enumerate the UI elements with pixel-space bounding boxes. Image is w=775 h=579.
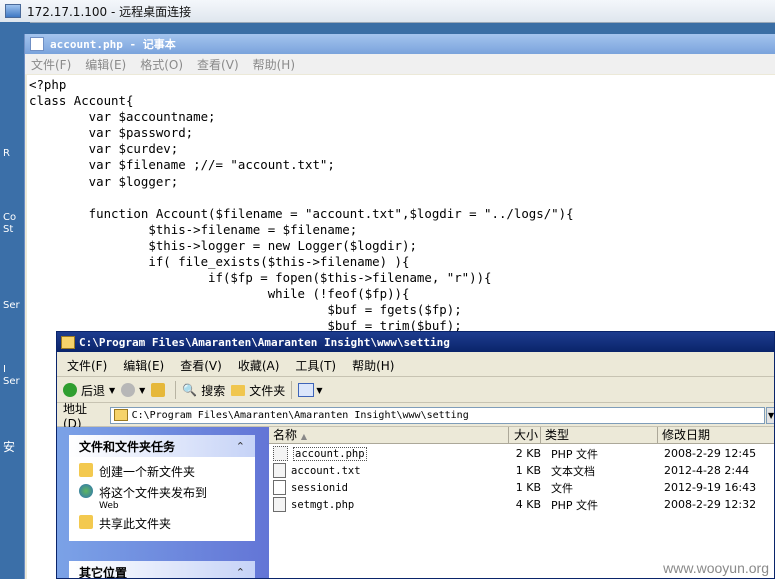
menu-view[interactable]: 查看(V) — [180, 357, 222, 374]
task-pane: 文件和文件夹任务 ⌃ 创建一个新文件夹 将这个文件夹发布到 Web 共享此文件夹 … — [57, 427, 269, 579]
task-publish-web[interactable]: 将这个文件夹发布到 Web — [69, 484, 255, 511]
menu-help[interactable]: 帮助(H) — [352, 357, 394, 374]
list-header: 名称 ▲ 大小 类型 修改日期 — [269, 427, 774, 444]
column-modified[interactable]: 修改日期 — [658, 427, 774, 443]
folders-button[interactable]: 文件夹 — [231, 382, 285, 399]
remote-desktop-icon — [5, 4, 21, 18]
menu-view[interactable]: 查看(V) — [197, 56, 239, 73]
collapse-chevron-icon[interactable]: ⌃ — [236, 440, 245, 453]
column-type[interactable]: 类型 — [541, 427, 658, 443]
desktop-icon-label[interactable]: R — [3, 148, 10, 159]
chevron-down-icon[interactable]: ▼ — [316, 386, 322, 395]
back-arrow-icon — [63, 383, 77, 397]
watermark: www.wooyun.org — [663, 560, 769, 576]
file-tasks-panel: 文件和文件夹任务 ⌃ 创建一个新文件夹 将这个文件夹发布到 Web 共享此文件夹 — [69, 435, 255, 541]
explorer-toolbar: 后退 ▼ ▼ 🔍 搜索 文件夹 ▼ — [57, 378, 774, 403]
other-places-panel: 其它位置 ⌃ — [69, 561, 255, 579]
search-icon: 🔍 — [182, 383, 198, 397]
notepad-title: account.php - 记事本 — [50, 38, 176, 51]
file-row[interactable]: account.php 2 KB PHP 文件 2008-2-29 12:45 — [269, 445, 774, 462]
task-share-folder[interactable]: 共享此文件夹 — [69, 515, 255, 532]
desktop-icon-label[interactable]: St — [3, 224, 13, 235]
menu-format[interactable]: 格式(O) — [140, 56, 183, 73]
task-new-folder[interactable]: 创建一个新文件夹 — [69, 463, 255, 480]
folder-icon — [61, 335, 75, 349]
panel-title: 文件和文件夹任务 — [79, 439, 176, 454]
up-folder-icon — [151, 383, 166, 397]
chevron-down-icon[interactable]: ▼ — [139, 386, 145, 395]
address-value: C:\Program Files\Amaranten\Amaranten Ins… — [131, 409, 469, 421]
globe-icon — [79, 484, 93, 498]
rdp-title: 172.17.1.100 - 远程桌面连接 — [27, 4, 192, 19]
panel-title: 其它位置 — [79, 565, 128, 579]
chevron-down-icon[interactable]: ▼ — [109, 386, 115, 395]
menu-file[interactable]: 文件(F) — [67, 357, 107, 374]
explorer-title-bar[interactable]: C:\Program Files\Amaranten\Amaranten Ins… — [57, 332, 774, 352]
menu-edit[interactable]: 编辑(E) — [85, 56, 126, 73]
php-file-icon — [273, 497, 286, 512]
views-button[interactable]: ▼ — [298, 383, 322, 397]
column-size[interactable]: 大小 — [509, 427, 541, 443]
desktop-icon-label[interactable]: Ser — [3, 376, 20, 387]
file-row[interactable]: sessionid 1 KB 文件 2012-9-19 16:43 — [269, 479, 774, 496]
menu-help[interactable]: 帮助(H) — [253, 56, 295, 73]
back-button[interactable]: 后退 ▼ — [63, 382, 115, 399]
forward-arrow-icon — [121, 383, 136, 397]
menu-edit[interactable]: 编辑(E) — [123, 357, 164, 374]
file-list: 名称 ▲ 大小 类型 修改日期 account.php 2 KB PHP 文件 … — [269, 427, 774, 578]
desktop-icon-label[interactable]: I — [3, 364, 6, 375]
desktop-icon-label[interactable]: Co — [3, 212, 16, 223]
search-button[interactable]: 🔍 搜索 — [182, 382, 225, 399]
collapse-chevron-icon[interactable]: ⌃ — [236, 566, 245, 579]
notepad-menu-bar: 文件(F) 编辑(E) 格式(O) 查看(V) 帮助(H) — [25, 54, 775, 74]
file-row[interactable]: account.txt 1 KB 文本文档 2012-4-28 2:44 — [269, 462, 774, 479]
file-tasks-header[interactable]: 文件和文件夹任务 ⌃ — [69, 435, 255, 457]
chevron-down-icon[interactable]: ▼ — [766, 406, 774, 424]
php-file-icon — [273, 446, 288, 461]
explorer-title: C:\Program Files\Amaranten\Amaranten Ins… — [79, 335, 450, 349]
menu-file[interactable]: 文件(F) — [31, 56, 71, 73]
explorer-menu-bar: 文件(F) 编辑(E) 查看(V) 收藏(A) 工具(T) 帮助(H) — [57, 354, 774, 377]
menu-favorites[interactable]: 收藏(A) — [238, 357, 280, 374]
desktop-icon-label[interactable]: 安 — [3, 438, 15, 455]
address-bar: 地址(D) C:\Program Files\Amaranten\Amarant… — [57, 402, 774, 431]
notepad-icon — [30, 37, 44, 51]
toolbar-divider — [291, 381, 293, 399]
rdp-title-bar[interactable]: 172.17.1.100 - 远程桌面连接 — [0, 0, 775, 23]
address-input[interactable]: C:\Program Files\Amaranten\Amaranten Ins… — [109, 406, 766, 424]
share-folder-icon — [79, 515, 93, 529]
folder-icon — [231, 384, 246, 396]
new-folder-icon — [79, 463, 93, 477]
generic-file-icon — [273, 480, 286, 495]
text-file-icon — [273, 463, 286, 478]
column-name[interactable]: 名称 ▲ — [269, 427, 509, 443]
notepad-title-bar[interactable]: account.php - 记事本 — [25, 34, 775, 54]
sort-arrow-icon: ▲ — [300, 432, 307, 441]
views-icon — [298, 383, 315, 397]
menu-tools[interactable]: 工具(T) — [295, 357, 336, 374]
file-row[interactable]: setmgt.php 4 KB PHP 文件 2008-2-29 12:32 — [269, 496, 774, 513]
up-folder-button[interactable] — [151, 383, 169, 397]
toolbar-divider — [175, 381, 177, 399]
folder-icon — [113, 409, 128, 421]
desktop-icon-label[interactable]: Ser — [3, 300, 20, 311]
explorer-window: C:\Program Files\Amaranten\Amaranten Ins… — [56, 331, 775, 579]
address-label: 地址(D) — [63, 401, 88, 431]
other-places-header[interactable]: 其它位置 ⌃ — [69, 561, 255, 579]
code-content: <?php class Account{ var $accountname; v… — [29, 77, 574, 334]
forward-button[interactable]: ▼ — [121, 383, 145, 397]
